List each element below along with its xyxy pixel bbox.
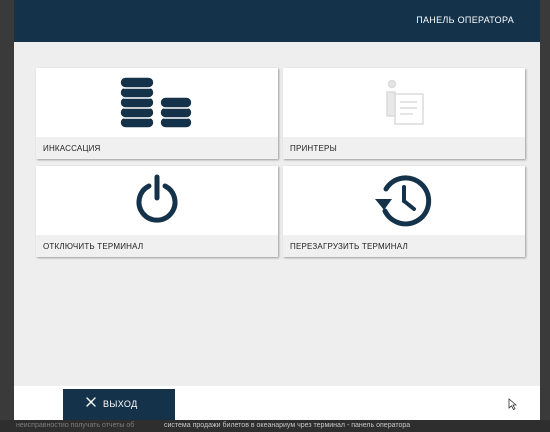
taskbar: неисправностио получать отчеты об систем… <box>0 420 550 432</box>
tile-footer: ПРИНТЕРЫ <box>283 137 525 159</box>
tile-footer: ИНКАССАЦИЯ <box>36 137 278 159</box>
exit-button[interactable]: ВЫХОД <box>63 389 175 420</box>
collection-label: ИНКАССАЦИЯ <box>43 144 101 153</box>
mouse-cursor-icon <box>508 398 517 410</box>
printers-label: ПРИНТЕРЫ <box>290 144 337 153</box>
page-title: ПАНЕЛЬ ОПЕРАТОРА <box>416 15 514 25</box>
printer-info-icon <box>386 79 424 125</box>
exit-button-label: ВЫХОД <box>103 399 138 409</box>
taskbar-text-left: неисправностио получать отчеты об <box>16 422 135 429</box>
shutdown-tile[interactable]: ОТКЛЮЧИТЬ ТЕРМИНАЛ <box>36 166 278 257</box>
restart-tile[interactable]: ПЕРЕЗАГРУЗИТЬ ТЕРМИНАЛ <box>283 166 525 257</box>
operator-panel-window: ПАНЕЛЬ ОПЕРАТОРА ИНКАССАЦИЯ ПРИНТЕРЫ ОТК… <box>14 0 540 420</box>
tile-footer: ПЕРЕЗАГРУЗИТЬ ТЕРМИНАЛ <box>283 235 525 257</box>
shutdown-label: ОТКЛЮЧИТЬ ТЕРМИНАЛ <box>43 242 144 251</box>
tile-footer: ОТКЛЮЧИТЬ ТЕРМИНАЛ <box>36 235 278 257</box>
close-icon <box>86 397 96 407</box>
taskbar-window-title[interactable]: система продажи билетов в океанариум чре… <box>164 422 410 429</box>
restart-label: ПЕРЕЗАГРУЗИТЬ ТЕРМИНАЛ <box>290 242 408 251</box>
coins-icon <box>119 76 193 129</box>
collection-tile[interactable]: ИНКАССАЦИЯ <box>36 68 278 159</box>
power-icon <box>136 174 178 223</box>
printers-tile[interactable]: ПРИНТЕРЫ <box>283 68 525 159</box>
header-bar: ПАНЕЛЬ ОПЕРАТОРА <box>14 0 540 42</box>
restart-clock-icon <box>375 175 432 227</box>
